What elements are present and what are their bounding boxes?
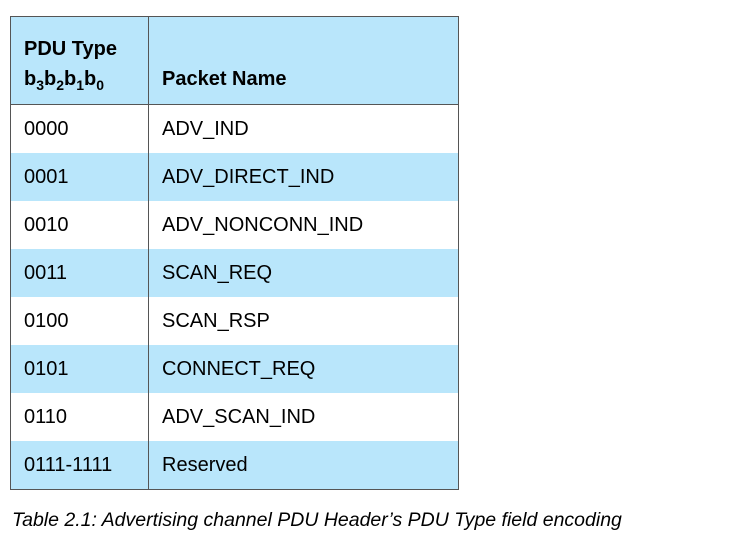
pdu-type-cell: 0010	[10, 201, 149, 249]
packet-name-cell: ADV_SCAN_IND	[148, 393, 459, 441]
table-row: 0011 SCAN_REQ	[10, 249, 459, 297]
header-bits: b3b2b1b0	[24, 68, 105, 93]
packet-name-cell: ADV_DIRECT_IND	[148, 153, 459, 201]
pdu-type-cell: 0101	[10, 345, 149, 393]
pdu-type-cell: 0111-1111	[10, 441, 149, 490]
table-row: 0010 ADV_NONCONN_IND	[10, 201, 459, 249]
packet-name-cell: SCAN_RSP	[148, 297, 459, 345]
table-header-row: PDU Type b3b2b1b0 Packet Name	[10, 16, 459, 105]
table-row: 0001 ADV_DIRECT_IND	[10, 153, 459, 201]
packet-name-cell: ADV_IND	[148, 104, 459, 153]
pdu-type-cell: 0110	[10, 393, 149, 441]
pdu-type-cell: 0011	[10, 249, 149, 297]
pdu-type-cell: 0100	[10, 297, 149, 345]
header-packet-name: Packet Name	[148, 16, 459, 105]
pdu-type-table: PDU Type b3b2b1b0 Packet Name 0000 ADV_IND…	[10, 16, 459, 490]
pdu-type-cell: 0001	[10, 153, 149, 201]
table-caption: Table 2.1: Advertising channel PDU Heade…	[12, 509, 622, 531]
packet-name-cell: CONNECT_REQ	[148, 345, 459, 393]
table-row: 0000 ADV_IND	[10, 104, 459, 153]
packet-name-cell: Reserved	[148, 441, 459, 490]
header-pdu-type: PDU Type b3b2b1b0	[10, 16, 149, 105]
pdu-type-cell: 0000	[10, 104, 149, 153]
table-row: 0111-1111 Reserved	[10, 441, 459, 490]
table-row: 0110 ADV_SCAN_IND	[10, 393, 459, 441]
header-pdu-type-label: PDU Type	[24, 38, 117, 60]
packet-name-cell: SCAN_REQ	[148, 249, 459, 297]
table-row: 0100 SCAN_RSP	[10, 297, 459, 345]
table-row: 0101 CONNECT_REQ	[10, 345, 459, 393]
packet-name-cell: ADV_NONCONN_IND	[148, 201, 459, 249]
